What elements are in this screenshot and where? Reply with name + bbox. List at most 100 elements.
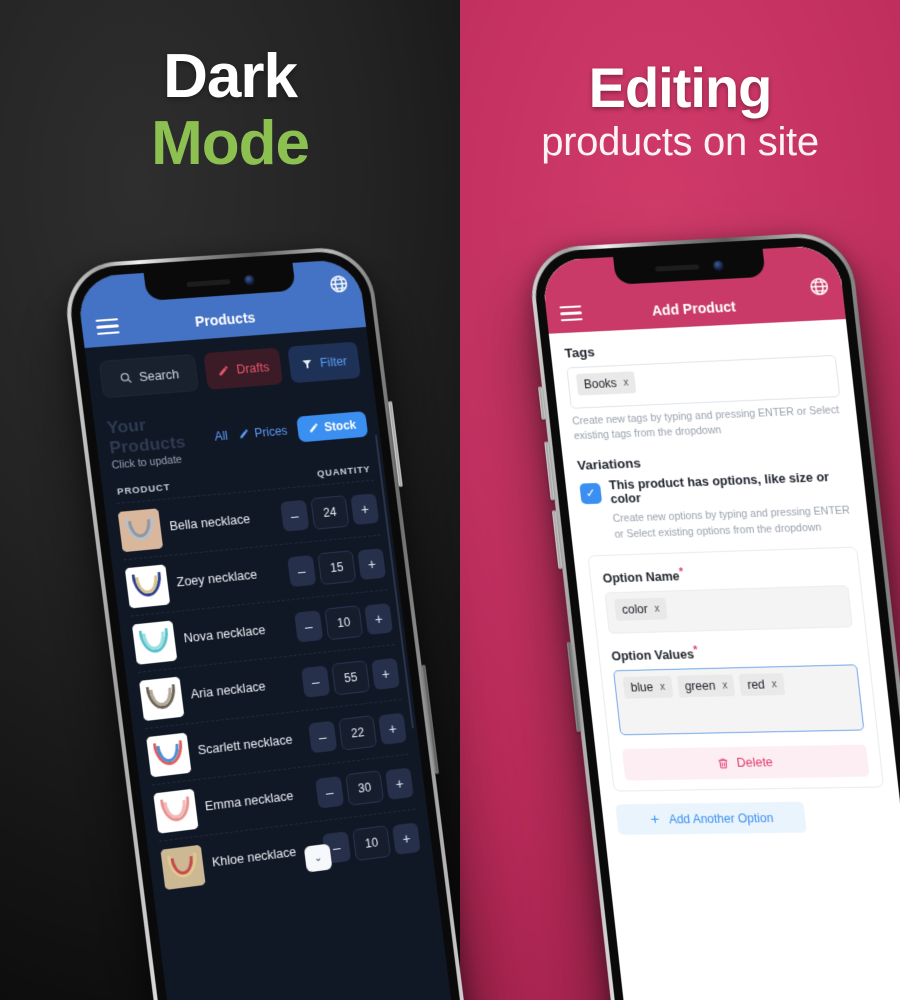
close-icon[interactable]: x <box>659 682 665 693</box>
product-list[interactable]: Bella necklace –24 + Zoey necklace –15 + Nova … <box>117 480 423 897</box>
product-thumbnail[interactable] <box>153 788 198 833</box>
increment-button[interactable]: + <box>364 602 393 634</box>
checkbox-checked[interactable]: ✓ <box>579 483 602 504</box>
product-thumbnail[interactable] <box>125 564 170 608</box>
left-headline: Dark Mode <box>0 44 460 178</box>
left-headline-line1: Dark <box>0 44 460 110</box>
increment-button[interactable]: + <box>378 712 407 744</box>
product-name: Emma necklace <box>204 787 309 815</box>
option-card: Option Name* color x Option Values* blue… <box>587 546 884 791</box>
globe-icon[interactable] <box>807 275 831 297</box>
quantity-stepper: –10 + <box>322 821 421 865</box>
search-label: Search <box>138 367 180 384</box>
column-quantity: QUANTITY <box>317 464 372 480</box>
product-name: Scarlett necklace <box>197 731 302 759</box>
option-name-label: Option Name* <box>602 561 848 586</box>
add-another-option-button[interactable]: Add Another Option <box>615 802 807 835</box>
tags-input[interactable]: Books x <box>566 355 840 409</box>
right-headline: Editing products on site <box>460 58 900 167</box>
product-name: Khloe necklace <box>211 842 316 871</box>
variations-label: Variations <box>576 448 847 474</box>
quantity-value[interactable]: 15 <box>317 550 356 585</box>
product-thumbnail[interactable] <box>118 508 164 552</box>
search-icon <box>118 371 133 385</box>
right-headline-line1: Editing <box>460 58 900 117</box>
section-titles: Your Products Click to update <box>106 411 208 472</box>
option-value-chip[interactable]: green x <box>677 675 736 698</box>
segment-stock-label: Stock <box>323 417 356 433</box>
quantity-stepper: –10 + <box>294 602 393 644</box>
plus-icon <box>647 813 661 826</box>
globe-icon[interactable] <box>327 273 350 295</box>
product-name: Aria necklace <box>190 676 295 703</box>
option-value-chip-label: green <box>684 679 716 694</box>
quantity-value[interactable]: 10 <box>324 605 363 640</box>
product-thumbnail[interactable] <box>139 676 184 721</box>
necklace-image <box>139 676 184 721</box>
delete-option-button[interactable]: Delete <box>622 745 870 781</box>
drafts-button[interactable]: Drafts <box>203 347 283 390</box>
increment-button[interactable]: + <box>371 657 400 689</box>
pencil-icon <box>238 428 250 440</box>
increment-button[interactable]: + <box>385 767 414 799</box>
close-icon[interactable]: x <box>654 603 660 614</box>
filter-button[interactable]: Filter <box>287 342 360 384</box>
option-value-chip[interactable]: blue x <box>623 676 673 699</box>
product-thumbnail[interactable] <box>146 732 191 777</box>
decrement-button[interactable]: – <box>294 610 323 642</box>
front-camera <box>243 274 255 286</box>
decrement-button[interactable]: – <box>287 554 316 586</box>
quantity-value[interactable]: 30 <box>345 770 384 806</box>
variations-checkbox-label: This product has options, like size or c… <box>608 470 851 507</box>
pencil-icon <box>308 422 320 434</box>
close-icon[interactable]: x <box>771 679 777 690</box>
section-title: Your Products <box>106 411 206 459</box>
quantity-value[interactable]: 24 <box>310 495 349 530</box>
option-values-label: Option Values* <box>610 640 856 663</box>
increment-button[interactable]: + <box>357 548 386 580</box>
close-icon[interactable]: x <box>722 680 728 691</box>
option-value-chip-label: red <box>747 678 766 692</box>
necklace-image <box>160 844 205 889</box>
product-thumbnail[interactable] <box>132 620 177 664</box>
segment-stock[interactable]: Stock <box>296 411 368 442</box>
search-input[interactable]: Search <box>99 354 199 399</box>
segment-prices[interactable]: Prices <box>238 423 288 441</box>
close-icon[interactable]: x <box>623 377 629 388</box>
option-value-chip[interactable]: red x <box>739 673 785 696</box>
decrement-button[interactable]: – <box>301 665 330 697</box>
earpiece-speaker <box>186 279 230 287</box>
funnel-icon <box>301 357 314 370</box>
quantity-value[interactable]: 10 <box>352 825 391 861</box>
segment-prices-label: Prices <box>254 423 289 440</box>
option-name-input[interactable]: color x <box>604 585 853 634</box>
necklace-image <box>125 564 170 608</box>
decrement-button[interactable]: – <box>315 775 344 808</box>
product-thumbnail[interactable] <box>160 844 205 889</box>
hamburger-icon[interactable] <box>95 318 119 335</box>
increment-button[interactable]: + <box>350 493 379 525</box>
variations-checkbox-row[interactable]: ✓ This product has options, like size or… <box>579 470 852 508</box>
necklace-image <box>146 732 191 777</box>
chevron-down-icon[interactable]: ⌄ <box>304 844 333 873</box>
delete-label: Delete <box>736 755 774 770</box>
decrement-button[interactable]: – <box>280 499 309 531</box>
option-name-chip[interactable]: color x <box>614 598 668 621</box>
front-camera <box>712 259 724 271</box>
poster-stage: Dark Mode Editing products on site Produ… <box>0 0 900 1000</box>
quantity-stepper: –30 + <box>315 766 414 809</box>
product-name: Nova necklace <box>183 620 288 646</box>
segment-all[interactable]: All <box>214 428 229 443</box>
increment-button[interactable]: + <box>392 822 421 855</box>
decrement-button[interactable]: – <box>308 720 337 753</box>
variations-helper-text: Create new options by typing and pressin… <box>583 504 856 544</box>
drafts-label: Drafts <box>235 360 270 376</box>
quantity-value[interactable]: 22 <box>338 715 377 751</box>
option-values-input[interactable]: blue x green x red x <box>613 664 864 735</box>
hamburger-icon[interactable] <box>559 305 582 321</box>
quantity-value[interactable]: 55 <box>331 660 370 695</box>
tag-chip[interactable]: Books x <box>576 371 637 395</box>
option-name-chip-label: color <box>621 602 648 617</box>
required-asterisk: * <box>678 566 684 578</box>
necklace-image <box>118 508 164 552</box>
